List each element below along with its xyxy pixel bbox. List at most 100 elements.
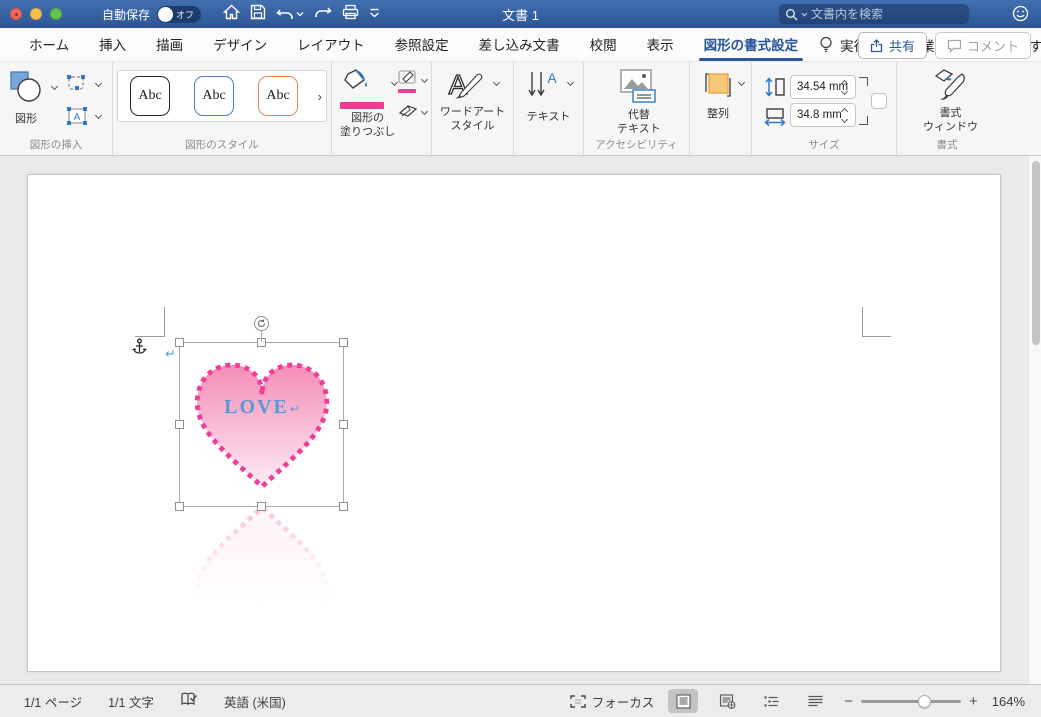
eraser-icon bbox=[398, 104, 418, 118]
width-down-icon[interactable] bbox=[841, 115, 848, 122]
object-anchor-icon[interactable] bbox=[132, 338, 147, 360]
lock-aspect-ratio-checkbox[interactable] bbox=[871, 93, 887, 109]
zoom-out-button[interactable]: − bbox=[844, 693, 853, 710]
search-input[interactable] bbox=[811, 7, 941, 21]
tab-references[interactable]: 参照設定 bbox=[380, 26, 464, 63]
text-direction-button[interactable]: A bbox=[526, 70, 560, 105]
redo-icon[interactable] bbox=[314, 4, 332, 25]
group-label-format: 書式 bbox=[897, 137, 997, 152]
search-scope-chevron-icon[interactable] bbox=[801, 12, 808, 17]
tab-draw[interactable]: 描画 bbox=[141, 26, 198, 63]
selection-handle-se[interactable] bbox=[339, 502, 348, 511]
text-chevron-icon[interactable] bbox=[567, 79, 574, 86]
format-pane-button[interactable]: 書式 ウィンドウ bbox=[923, 68, 978, 135]
shape-style-preview-2[interactable]: Abc bbox=[194, 76, 234, 116]
tab-mailings[interactable]: 差し込み文書 bbox=[464, 26, 575, 63]
shape-effects-button[interactable] bbox=[398, 104, 418, 123]
rotation-handle[interactable] bbox=[254, 316, 269, 331]
view-web-layout-button[interactable] bbox=[712, 689, 742, 713]
gallery-more-icon[interactable]: › bbox=[318, 89, 322, 104]
autosave-toggle[interactable]: オフ bbox=[157, 6, 201, 23]
tab-home[interactable]: ホーム bbox=[14, 26, 84, 63]
comments-button[interactable]: コメント bbox=[935, 32, 1031, 59]
vertical-scrollbar[interactable] bbox=[1028, 156, 1041, 684]
selection-handle-e[interactable] bbox=[339, 420, 348, 429]
edit-shape-icon bbox=[66, 74, 86, 92]
save-icon[interactable] bbox=[250, 4, 266, 25]
width-stepper[interactable] bbox=[838, 104, 851, 126]
wordart-chevron-icon[interactable] bbox=[493, 79, 500, 86]
text-direction-icon: A bbox=[526, 70, 560, 100]
page[interactable] bbox=[27, 174, 1001, 672]
text-box-chevron-icon[interactable] bbox=[95, 112, 102, 119]
shapes-button[interactable]: 図形 bbox=[8, 70, 44, 126]
shapes-chevron-icon[interactable] bbox=[51, 83, 58, 90]
rotate-icon bbox=[257, 319, 266, 328]
spellcheck-icon[interactable] bbox=[180, 692, 198, 710]
format-pane-icon bbox=[932, 68, 970, 102]
arrange-chevron-icon[interactable] bbox=[738, 79, 745, 86]
tab-shape-format[interactable]: 図形の書式設定 bbox=[689, 26, 814, 63]
scrollbar-thumb[interactable] bbox=[1032, 161, 1040, 345]
margin-mark-left-horizontal bbox=[135, 336, 165, 337]
alt-text-button[interactable]: 代替 テキスト bbox=[617, 68, 661, 137]
zoom-slider-thumb[interactable] bbox=[918, 695, 931, 708]
wordart-styles-button[interactable]: A bbox=[446, 68, 486, 107]
alt-text-label: 代替 テキスト bbox=[617, 109, 661, 137]
selection-handle-w[interactable] bbox=[175, 420, 184, 429]
zoom-in-button[interactable]: + bbox=[969, 693, 978, 710]
toolbar-overflow-icon[interactable] bbox=[369, 5, 380, 23]
tab-view[interactable]: 表示 bbox=[632, 26, 689, 63]
height-down-icon[interactable] bbox=[841, 87, 848, 94]
tab-insert[interactable]: 挿入 bbox=[84, 26, 141, 63]
rotation-stem bbox=[261, 330, 262, 342]
home-icon[interactable] bbox=[223, 4, 240, 25]
arrange-button[interactable]: 整列 bbox=[703, 70, 733, 121]
language-indicator[interactable]: 英語 (米国) bbox=[224, 692, 286, 711]
shape-effects-chevron-icon[interactable] bbox=[421, 108, 428, 115]
view-outline-button[interactable] bbox=[756, 689, 786, 713]
text-box-button[interactable]: A bbox=[66, 106, 88, 131]
share-button[interactable]: 共有 bbox=[858, 32, 927, 59]
focus-button[interactable]: フォーカス bbox=[570, 692, 655, 711]
search-box[interactable] bbox=[779, 4, 969, 24]
group-arrange: 整列 bbox=[690, 62, 752, 155]
tab-review[interactable]: 校閲 bbox=[575, 26, 632, 63]
undo-button[interactable] bbox=[276, 6, 304, 22]
print-icon[interactable] bbox=[342, 4, 359, 25]
shape-fill-button[interactable]: 図形の 塗りつぶし bbox=[340, 68, 395, 140]
margin-mark-left-vertical bbox=[164, 307, 165, 337]
shape-outline-chevron-icon[interactable] bbox=[421, 76, 428, 83]
zoom-window-button[interactable] bbox=[50, 8, 62, 20]
zoom-slider[interactable] bbox=[861, 700, 961, 703]
width-up-icon[interactable] bbox=[841, 107, 848, 114]
tab-design[interactable]: デザイン bbox=[198, 26, 282, 63]
view-draft-button[interactable] bbox=[800, 689, 830, 713]
page-count[interactable]: 1/1 ページ bbox=[24, 692, 82, 711]
minimize-button[interactable] bbox=[30, 8, 42, 20]
selection-handle-s[interactable] bbox=[257, 502, 266, 511]
ribbon-tab-bar: ホーム 挿入 描画 デザイン レイアウト 参照設定 差し込み文書 校閲 表示 図… bbox=[0, 28, 1041, 62]
height-stepper[interactable] bbox=[838, 76, 851, 98]
edit-shape-chevron-icon[interactable] bbox=[95, 80, 102, 87]
shape-outline-button[interactable] bbox=[398, 70, 416, 93]
shape-width-icon bbox=[764, 107, 786, 127]
selection-handle-nw[interactable] bbox=[175, 338, 184, 347]
group-wordart: A ワードアート スタイル bbox=[432, 62, 514, 155]
height-up-icon[interactable] bbox=[841, 79, 848, 86]
corner-bottom-right-mark bbox=[859, 116, 868, 125]
feedback-smiley-icon[interactable] bbox=[1012, 5, 1029, 27]
edit-shape-button[interactable] bbox=[66, 74, 86, 97]
selection-handle-sw[interactable] bbox=[175, 502, 184, 511]
view-print-layout-button[interactable] bbox=[668, 689, 698, 713]
traffic-lights bbox=[10, 8, 62, 20]
zoom-level[interactable]: 164% bbox=[992, 694, 1025, 709]
char-count[interactable]: 1/1 文字 bbox=[108, 692, 154, 711]
shape-style-preview-3[interactable]: Abc bbox=[258, 76, 298, 116]
shape-style-preview-1[interactable]: Abc bbox=[130, 76, 170, 116]
close-button[interactable] bbox=[10, 8, 22, 20]
status-bar: 1/1 ページ 1/1 文字 英語 (米国) フォーカス bbox=[0, 684, 1041, 717]
web-layout-icon bbox=[719, 694, 736, 709]
selection-handle-ne[interactable] bbox=[339, 338, 348, 347]
tab-layout[interactable]: レイアウト bbox=[282, 26, 380, 63]
